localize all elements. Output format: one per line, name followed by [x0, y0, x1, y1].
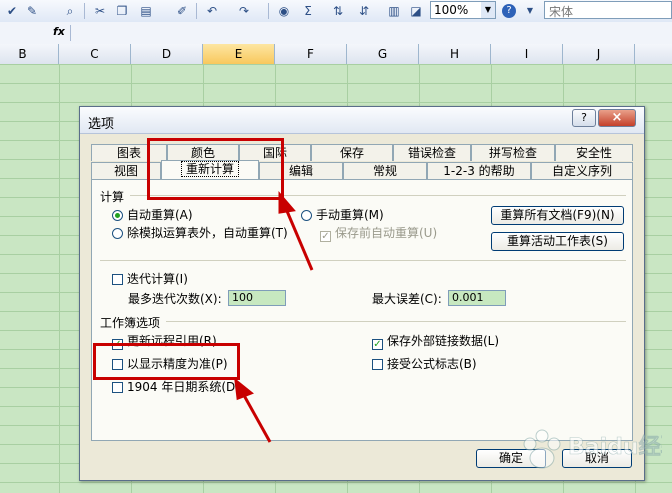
arrow-shaft — [239, 389, 272, 443]
annotation-arrows — [234, 190, 314, 443]
arrow-head — [234, 377, 254, 401]
arrow-to-tab — [278, 190, 314, 271]
arrow-shaft — [282, 203, 314, 271]
watermark-text: Baidu经验 — [568, 434, 662, 460]
baidu-watermark: Baidu经验 — [512, 422, 672, 484]
arrow-head — [278, 190, 296, 214]
arrow-to-option — [234, 377, 272, 443]
baidu-logo-icon: Baidu经验 — [523, 429, 672, 469]
